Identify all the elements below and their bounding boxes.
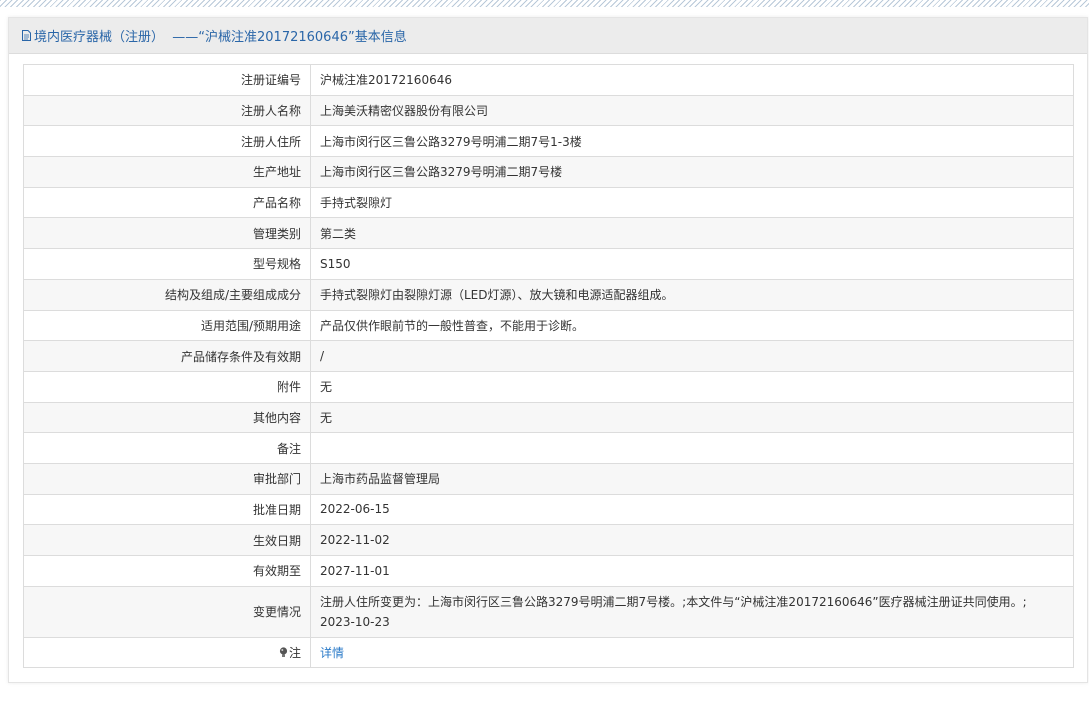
note-label-cell: 注 [23, 636, 311, 669]
row-label: 审批部门 [23, 462, 311, 495]
table-row: 产品储存条件及有效期 / [23, 340, 1074, 372]
top-decorative-stripe [0, 0, 1089, 7]
table-row: 审批部门 上海市药品监督管理局 [23, 462, 1074, 495]
table-row: 有效期至 2027-11-01 [23, 555, 1074, 587]
row-label: 注册人住所 [23, 125, 311, 158]
row-value: 无 [310, 401, 1074, 434]
row-label: 附件 [23, 370, 311, 403]
details-link[interactable]: 详情 [320, 646, 344, 660]
row-label: 产品储存条件及有效期 [23, 340, 311, 372]
table-row: 管理类别 第二类 [23, 217, 1074, 250]
row-label: 批准日期 [23, 493, 311, 526]
table-row: 适用范围/预期用途 产品仅供作眼前节的一般性普查，不能用于诊断。 [23, 309, 1074, 342]
table-row: 批准日期 2022-06-15 [23, 493, 1074, 526]
note-label: 注 [288, 646, 301, 661]
row-value: 手持式裂隙灯由裂隙灯源（LED灯源）、放大镜和电源适配器组成。 [310, 278, 1074, 311]
lightbulb-icon [279, 647, 288, 658]
row-value: 上海美沃精密仪器股份有限公司 [310, 94, 1074, 127]
row-label: 注册人名称 [23, 94, 311, 127]
table-row: 型号规格 S150 [23, 248, 1074, 280]
table-row-note: 注 详情 [23, 636, 1074, 669]
panel-header: 境内医疗器械（注册） ——“沪械注准20172160646”基本信息 [9, 18, 1087, 54]
table-row: 产品名称 手持式裂隙灯 [23, 186, 1074, 219]
row-label: 变更情况 [23, 585, 311, 638]
row-label: 备注 [23, 432, 311, 464]
table-row: 注册证编号 沪械注准20172160646 [23, 64, 1074, 96]
panel-title: 境内医疗器械（注册） ——“沪械注准20172160646”基本信息 [34, 30, 407, 45]
row-value: 2027-11-01 [310, 555, 1074, 587]
row-label: 适用范围/预期用途 [23, 309, 311, 342]
row-value: 第二类 [310, 217, 1074, 250]
row-label: 生产地址 [23, 156, 311, 188]
row-label: 结构及组成/主要组成成分 [23, 278, 311, 311]
table-row: 生产地址 上海市闵行区三鲁公路3279号明浦二期7号楼 [23, 156, 1074, 188]
table-row: 附件 无 [23, 370, 1074, 403]
row-value: 注册人住所变更为：上海市闵行区三鲁公路3279号明浦二期7号楼。;本文件与“沪械… [310, 585, 1074, 638]
row-value: 手持式裂隙灯 [310, 186, 1074, 219]
row-value: S150 [310, 248, 1074, 280]
note-value-cell: 详情 [310, 636, 1074, 669]
row-label: 其他内容 [23, 401, 311, 434]
table-row: 备注 [23, 432, 1074, 464]
row-label: 管理类别 [23, 217, 311, 250]
table-row: 其他内容 无 [23, 401, 1074, 434]
change-date: 2023-10-23 [320, 614, 390, 629]
row-value: 产品仅供作眼前节的一般性普查，不能用于诊断。 [310, 309, 1074, 342]
table-row: 变更情况 注册人住所变更为：上海市闵行区三鲁公路3279号明浦二期7号楼。;本文… [23, 585, 1074, 638]
info-table: 注册证编号 沪械注准20172160646 注册人名称 上海美沃精密仪器股份有限… [23, 64, 1074, 669]
document-icon [22, 30, 31, 41]
change-description: 注册人住所变更为：上海市闵行区三鲁公路3279号明浦二期7号楼。;本文件与“沪械… [320, 594, 1027, 609]
row-label: 生效日期 [23, 524, 311, 556]
row-value: 沪械注准20172160646 [310, 64, 1074, 96]
row-label: 注册证编号 [23, 64, 311, 96]
row-label: 型号规格 [23, 248, 311, 280]
row-value: 2022-06-15 [310, 493, 1074, 526]
table-row: 注册人名称 上海美沃精密仪器股份有限公司 [23, 94, 1074, 127]
table-row: 注册人住所 上海市闵行区三鲁公路3279号明浦二期7号1-3楼 [23, 125, 1074, 158]
row-value: 上海市闵行区三鲁公路3279号明浦二期7号楼 [310, 156, 1074, 188]
info-panel: 境内医疗器械（注册） ——“沪械注准20172160646”基本信息 注册证编号… [8, 17, 1088, 683]
row-value: / [310, 340, 1074, 372]
table-row: 结构及组成/主要组成成分 手持式裂隙灯由裂隙灯源（LED灯源）、放大镜和电源适配… [23, 278, 1074, 311]
row-value: 上海市药品监督管理局 [310, 462, 1074, 495]
row-value: 2022-11-02 [310, 524, 1074, 556]
row-value [310, 432, 1074, 464]
row-label: 有效期至 [23, 555, 311, 587]
row-value: 上海市闵行区三鲁公路3279号明浦二期7号1-3楼 [310, 125, 1074, 158]
table-row: 生效日期 2022-11-02 [23, 524, 1074, 556]
row-value: 无 [310, 370, 1074, 403]
row-label: 产品名称 [23, 186, 311, 219]
